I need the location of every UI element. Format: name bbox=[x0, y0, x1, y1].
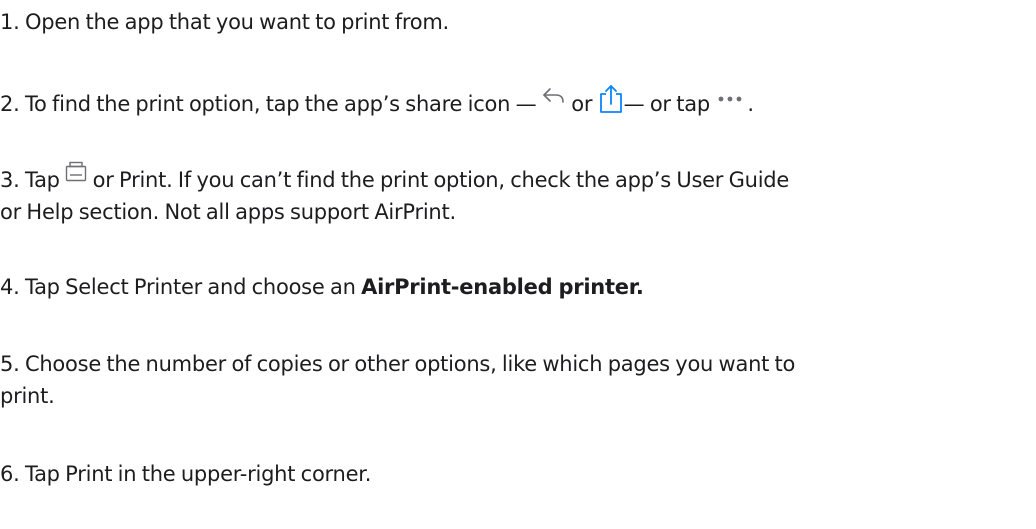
printer-icon bbox=[65, 161, 87, 183]
step-4: 4. Tap Select Printer and choose an AirP… bbox=[0, 272, 644, 302]
step-5-line2: print. bbox=[0, 384, 55, 408]
step-4-prefix: 4. Tap Select Printer and choose an bbox=[0, 275, 362, 299]
step-2-middle: — or tap bbox=[623, 92, 716, 116]
step-2-prefix: 2. To find the print option, tap the app… bbox=[0, 92, 542, 116]
step-3: 3. Tap or Print. If you can’t find the p… bbox=[0, 161, 1036, 227]
step-6-text: 6. Tap Print in the upper-right corner. bbox=[0, 462, 372, 486]
step-1: 1. Open the app that you want to print f… bbox=[0, 7, 449, 37]
step-2-end: . bbox=[747, 92, 754, 116]
step-5: 5. Choose the number of copies or other … bbox=[0, 349, 1036, 411]
step-3-line2: or Help section. Not all apps support Ai… bbox=[0, 200, 456, 224]
step-3-line1: or Print. If you can’t find the print op… bbox=[87, 168, 790, 192]
step-5-line1: 5. Choose the number of copies or other … bbox=[0, 352, 796, 376]
step-3-prefix: 3. Tap bbox=[0, 168, 66, 192]
step-2-or: or bbox=[565, 92, 598, 116]
more-dots-icon bbox=[715, 95, 747, 103]
step-6: 6. Tap Print in the upper-right corner. bbox=[0, 459, 371, 489]
reply-arrow-icon bbox=[542, 87, 566, 105]
step-1-text: 1. Open the app that you want to print f… bbox=[0, 10, 449, 34]
share-icon bbox=[598, 84, 624, 114]
step-2: 2. To find the print option, tap the app… bbox=[0, 84, 754, 119]
airprint-printer-emphasis: AirPrint-enabled printer. bbox=[361, 275, 644, 299]
